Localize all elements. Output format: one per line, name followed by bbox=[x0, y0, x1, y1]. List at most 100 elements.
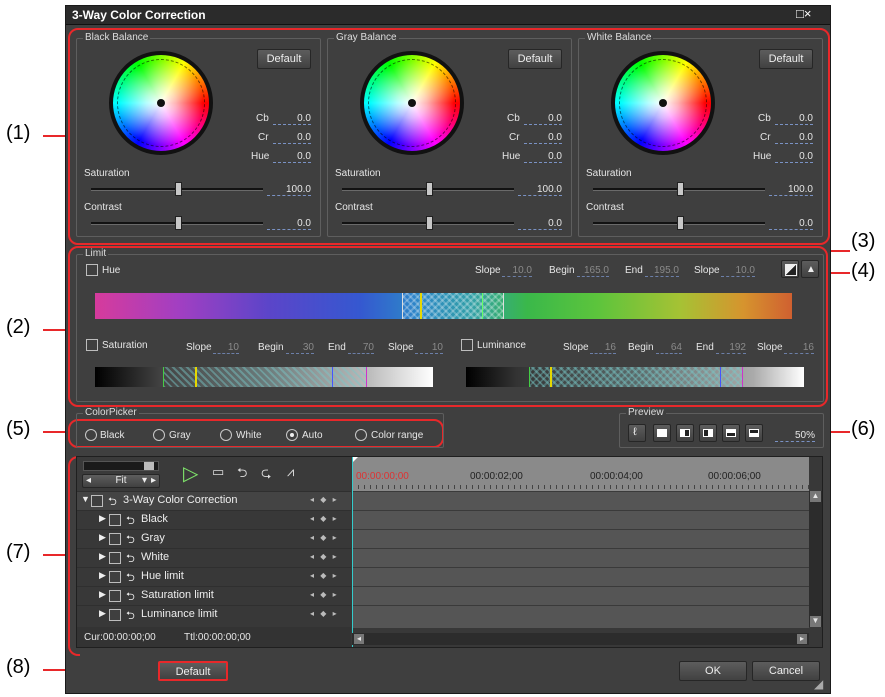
fit-dropdown[interactable]: ◂ Fit ▾ ▸ bbox=[82, 474, 160, 488]
luminance-range-bar[interactable] bbox=[466, 367, 804, 387]
saturation-begin-marker[interactable] bbox=[195, 367, 197, 387]
black-contrast-thumb[interactable] bbox=[175, 216, 182, 230]
saturation-range-selection[interactable] bbox=[163, 367, 366, 387]
preview-split-v-button[interactable] bbox=[676, 424, 694, 442]
scroll-down-icon[interactable]: ▼ bbox=[810, 616, 821, 627]
black-color-wheel[interactable] bbox=[109, 51, 213, 155]
expand-icon[interactable]: ▶ bbox=[99, 570, 106, 581]
track-row-hue-limit[interactable]: ▶ ⮌ Hue limit ◂ ◆ ▸ bbox=[77, 567, 351, 586]
gray-color-wheel[interactable] bbox=[360, 51, 464, 155]
white-saturation-thumb[interactable] bbox=[677, 182, 684, 196]
preview-monitor-icon[interactable]: ▭ bbox=[212, 464, 224, 480]
keyframe-nav[interactable]: ◂ ◆ ▸ bbox=[310, 590, 339, 599]
picker-white-radio[interactable] bbox=[220, 429, 232, 441]
footer-default-button[interactable]: Default bbox=[158, 661, 228, 681]
hue-begin-marker[interactable] bbox=[420, 293, 422, 319]
expand-icon[interactable]: ▶ bbox=[99, 589, 106, 600]
track-checkbox[interactable] bbox=[109, 590, 121, 602]
invert-range-button[interactable] bbox=[781, 260, 799, 278]
black-saturation-value[interactable]: 100.0 bbox=[267, 184, 311, 196]
track-checkbox[interactable] bbox=[109, 514, 121, 526]
hue-spectrum-bar[interactable] bbox=[95, 293, 792, 319]
histogram-button[interactable]: ▲ bbox=[801, 260, 819, 278]
lum-end-value[interactable]: 192 bbox=[716, 342, 746, 354]
keyframe-track-luminance-limit[interactable] bbox=[352, 605, 809, 628]
sat-slope1-value[interactable]: 10 bbox=[213, 342, 239, 354]
keyframe-track-black[interactable] bbox=[352, 510, 809, 529]
expand-icon[interactable]: ▼ bbox=[81, 494, 90, 504]
redo-keyframe-icon[interactable]: ⮎ bbox=[261, 464, 271, 486]
expand-icon[interactable]: ▶ bbox=[99, 532, 106, 543]
preview-split-h-button[interactable] bbox=[722, 424, 740, 442]
timeline-ruler[interactable]: 00:00:00;00 00:00:02;00 00:00:04;00 00:0… bbox=[352, 457, 809, 491]
hue-end-marker[interactable] bbox=[482, 293, 483, 319]
gray-contrast-value[interactable]: 0.0 bbox=[518, 218, 562, 230]
track-row-white[interactable]: ▶ ⮌ White ◂ ◆ ▸ bbox=[77, 548, 351, 567]
saturation-slope2-marker[interactable] bbox=[366, 367, 367, 387]
gray-contrast-slider[interactable] bbox=[342, 216, 514, 230]
track-row-black[interactable]: ▶ ⮌ Black ◂ ◆ ▸ bbox=[77, 510, 351, 529]
keyframe-nav[interactable]: ◂ ◆ ▸ bbox=[310, 495, 339, 504]
keyframe-track-white[interactable] bbox=[352, 548, 809, 567]
window-controls[interactable]: □× bbox=[796, 6, 811, 21]
scroll-up-icon[interactable]: ▲ bbox=[810, 491, 821, 502]
preview-split-h2-button[interactable] bbox=[745, 424, 763, 442]
cancel-button[interactable]: Cancel bbox=[752, 661, 820, 681]
white-cb-value[interactable]: 0.0 bbox=[775, 113, 813, 125]
resize-grip-icon[interactable]: ◢ bbox=[814, 677, 823, 691]
hue-slope1-value[interactable]: 10.0 bbox=[502, 265, 532, 277]
track-row-luminance-limit[interactable]: ▶ ⮌ Luminance limit ◂ ◆ ▸ bbox=[77, 605, 351, 624]
black-default-button[interactable]: Default bbox=[257, 49, 311, 69]
undo-keyframe-icon[interactable]: ⮌ bbox=[237, 464, 247, 486]
black-contrast-slider[interactable] bbox=[91, 216, 263, 230]
saturation-slope-marker[interactable] bbox=[163, 367, 164, 387]
gray-cb-value[interactable]: 0.0 bbox=[524, 113, 562, 125]
track-checkbox[interactable] bbox=[91, 495, 103, 507]
gray-contrast-thumb[interactable] bbox=[426, 216, 433, 230]
white-wheel-cursor[interactable] bbox=[659, 99, 667, 107]
sat-end-value[interactable]: 70 bbox=[348, 342, 374, 354]
zoom-slider-thumb[interactable] bbox=[144, 462, 154, 470]
gray-cr-value[interactable]: 0.0 bbox=[524, 132, 562, 144]
keyframe-nav[interactable]: ◂ ◆ ▸ bbox=[310, 533, 339, 542]
track-checkbox[interactable] bbox=[109, 609, 121, 621]
luminance-slope2-marker[interactable] bbox=[742, 367, 743, 387]
black-hue-value[interactable]: 0.0 bbox=[273, 151, 311, 163]
keyframe-nav[interactable]: ◂ ◆ ▸ bbox=[310, 571, 339, 580]
white-contrast-value[interactable]: 0.0 bbox=[769, 218, 813, 230]
black-cr-value[interactable]: 0.0 bbox=[273, 132, 311, 144]
ok-button[interactable]: OK bbox=[679, 661, 747, 681]
luminance-end-marker[interactable] bbox=[720, 367, 721, 387]
white-contrast-slider[interactable] bbox=[593, 216, 765, 230]
saturation-range-bar[interactable] bbox=[95, 367, 433, 387]
gray-default-button[interactable]: Default bbox=[508, 49, 562, 69]
play-icon[interactable]: ▷ bbox=[183, 461, 198, 486]
black-saturation-slider[interactable] bbox=[91, 182, 263, 196]
sat-slope2-value[interactable]: 10 bbox=[415, 342, 443, 354]
saturation-limit-checkbox[interactable] bbox=[86, 339, 98, 351]
expand-icon[interactable]: ▶ bbox=[99, 608, 106, 619]
horizontal-scrollbar[interactable]: ◂ ▸ bbox=[352, 633, 809, 645]
graph-icon[interactable]: ⩘ bbox=[287, 464, 294, 480]
preview-picker-button[interactable]: ℓ bbox=[628, 424, 646, 442]
lum-begin-value[interactable]: 64 bbox=[656, 342, 682, 354]
keyframe-nav[interactable]: ◂ ◆ ▸ bbox=[310, 552, 339, 561]
hue-range-selection[interactable] bbox=[402, 293, 504, 319]
lum-slope2-value[interactable]: 16 bbox=[784, 342, 814, 354]
keyframe-track-root[interactable] bbox=[352, 491, 809, 510]
luminance-range-selection[interactable] bbox=[529, 367, 742, 387]
black-contrast-value[interactable]: 0.0 bbox=[267, 218, 311, 230]
white-cr-value[interactable]: 0.0 bbox=[775, 132, 813, 144]
luminance-slope-marker[interactable] bbox=[529, 367, 530, 387]
picker-black-radio[interactable] bbox=[85, 429, 97, 441]
keyframe-track-hue-limit[interactable] bbox=[352, 567, 809, 586]
saturation-end-marker[interactable] bbox=[332, 367, 333, 387]
hue-slope2-value[interactable]: 10.0 bbox=[721, 265, 755, 277]
white-hue-value[interactable]: 0.0 bbox=[775, 151, 813, 163]
white-color-wheel[interactable] bbox=[611, 51, 715, 155]
preview-zoom-value[interactable]: 50% bbox=[775, 430, 815, 442]
white-contrast-thumb[interactable] bbox=[677, 216, 684, 230]
gray-saturation-thumb[interactable] bbox=[426, 182, 433, 196]
scroll-right-button-icon[interactable]: ▸ bbox=[797, 634, 807, 644]
keyframe-nav[interactable]: ◂ ◆ ▸ bbox=[310, 609, 339, 618]
